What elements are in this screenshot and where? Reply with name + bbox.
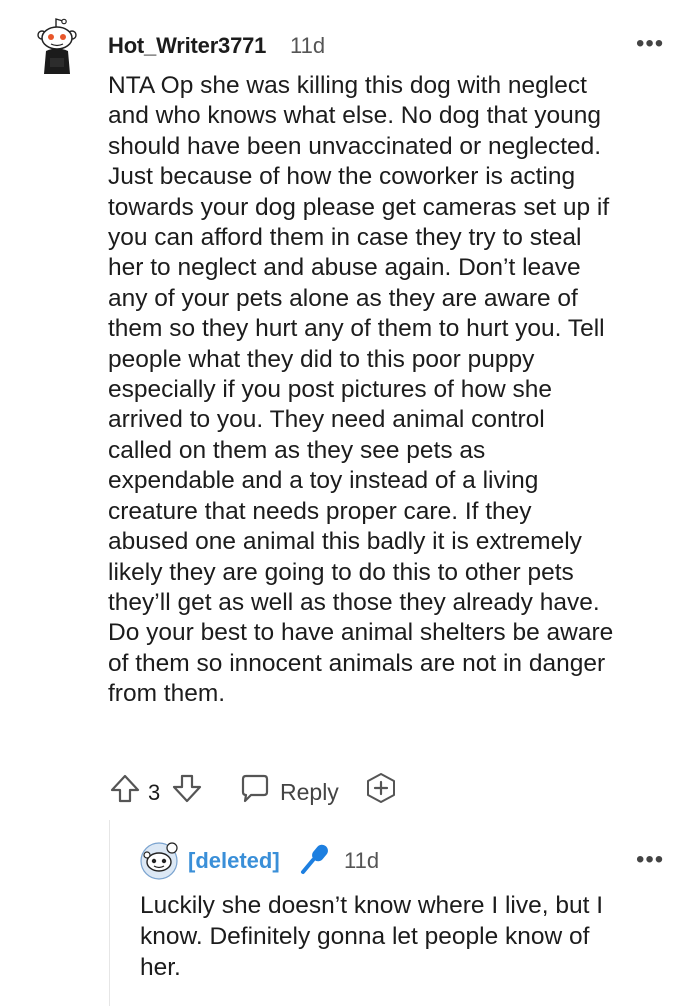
award-plus-icon: [367, 773, 395, 803]
award-button[interactable]: [364, 770, 398, 806]
snoo-avatar-icon: [37, 18, 77, 74]
comment-body: NTA Op she was killing this dog with neg…: [108, 72, 614, 708]
reply-button[interactable]: [238, 770, 272, 806]
more-options-button[interactable]: •••: [636, 30, 664, 58]
deleted-avatar-icon: [140, 842, 178, 880]
comment-timestamp: 11d: [290, 33, 326, 58]
reply-bubble-icon: [241, 774, 269, 803]
reply-username[interactable]: [deleted]: [188, 848, 280, 874]
upvote-icon: [110, 774, 140, 803]
microphone-icon: [296, 842, 332, 883]
downvote-button[interactable]: [170, 770, 204, 806]
reply-more-options-button[interactable]: •••: [636, 846, 664, 874]
comment-actions: 3 Reply: [108, 770, 508, 810]
reply-timestamp: 11d: [344, 848, 380, 873]
reply-label[interactable]: Reply: [280, 774, 339, 810]
reply-avatar[interactable]: [140, 842, 178, 880]
downvote-icon: [172, 774, 202, 803]
upvote-button[interactable]: [108, 770, 142, 806]
comment-username[interactable]: Hot_Writer3771: [108, 33, 266, 59]
thread-line[interactable]: [109, 820, 110, 1006]
reply-body: Luckily she doesn’t know where I live, b…: [140, 892, 604, 981]
vote-score: 3: [148, 780, 161, 805]
user-avatar[interactable]: [36, 18, 84, 78]
